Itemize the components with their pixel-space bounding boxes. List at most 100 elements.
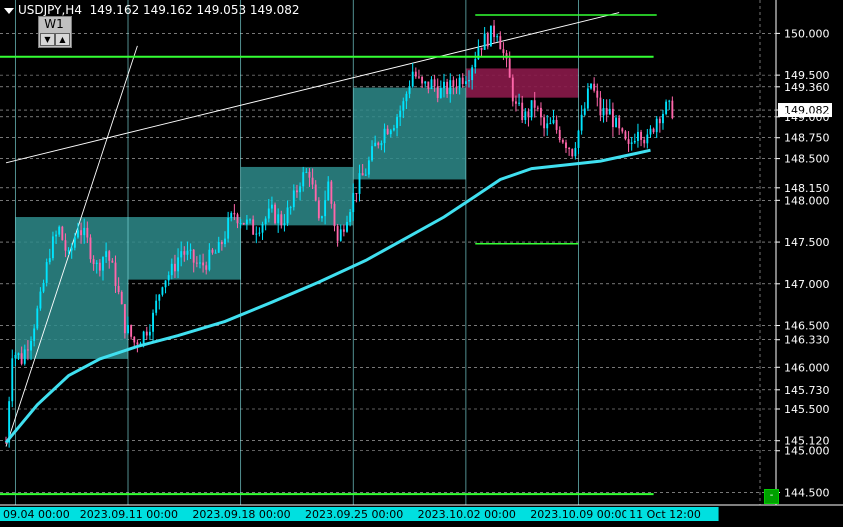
bear-candle xyxy=(593,83,596,91)
bull-candle xyxy=(586,88,589,109)
bull-candle xyxy=(449,80,452,95)
bear-candle xyxy=(311,177,314,185)
bull-candle xyxy=(574,147,577,157)
bull-candle xyxy=(424,81,427,84)
bull-candle xyxy=(383,128,386,144)
bull-candle xyxy=(158,294,161,301)
bear-candle xyxy=(433,79,436,87)
bull-candle xyxy=(224,238,226,245)
bear-candle xyxy=(627,139,630,144)
bull-candle xyxy=(468,80,470,82)
bear-candle xyxy=(280,214,283,226)
bull-candle xyxy=(546,123,549,129)
bull-candle xyxy=(524,111,527,121)
bull-candle xyxy=(33,328,36,341)
bull-candle xyxy=(396,117,398,129)
bear-candle xyxy=(86,227,89,238)
price-chart[interactable]: 150.000149.500149.360149.082149.000148.7… xyxy=(0,0,843,527)
time-label: 2023.09.11 00:00 xyxy=(80,508,178,521)
bear-candle xyxy=(421,76,424,84)
bull-candle xyxy=(458,77,461,89)
bear-candle xyxy=(136,342,139,345)
time-label: 09.04 00:00 xyxy=(3,508,70,521)
bear-candle xyxy=(252,219,255,235)
autoscroll-button[interactable]: - xyxy=(764,489,779,504)
bull-candle xyxy=(662,113,664,124)
price-tick-label: 148.000 xyxy=(784,194,830,207)
bull-candle xyxy=(549,123,552,125)
scroll-down-icon[interactable]: ▼ xyxy=(40,33,55,46)
bear-candle xyxy=(624,131,627,140)
price-tick-label: 145.500 xyxy=(784,403,830,416)
range-box xyxy=(15,217,129,359)
bull-candle xyxy=(583,108,586,115)
bear-candle xyxy=(89,237,92,260)
bull-candle xyxy=(577,130,580,148)
bear-candle xyxy=(361,173,364,176)
price-tick-label: 150.000 xyxy=(784,27,830,40)
bear-candle xyxy=(640,131,643,140)
bear-candle xyxy=(336,226,339,241)
bull-candle xyxy=(518,102,521,104)
bear-candle xyxy=(558,129,561,141)
bear-candle xyxy=(502,49,505,54)
bull-candle xyxy=(23,349,26,364)
bear-candle xyxy=(527,111,530,118)
bear-candle xyxy=(98,262,101,271)
bull-candle xyxy=(411,71,414,87)
dropdown-triangle-icon[interactable] xyxy=(4,7,14,14)
bear-candle xyxy=(436,86,439,98)
bear-candle xyxy=(493,25,495,38)
bull-candle xyxy=(267,208,270,219)
bull-candle xyxy=(155,300,158,313)
bull-candle xyxy=(214,252,217,254)
bear-candle xyxy=(274,204,276,224)
price-tick-label: 145.730 xyxy=(784,384,830,397)
bull-candle xyxy=(255,233,258,235)
bull-candle xyxy=(615,117,617,128)
bull-candle xyxy=(602,108,605,116)
bear-candle xyxy=(658,118,661,124)
price-tick-label: 146.000 xyxy=(784,361,830,374)
bear-candle xyxy=(92,259,95,264)
bull-candle xyxy=(630,142,633,144)
bear-candle xyxy=(480,47,483,50)
scroll-up-icon[interactable]: ▲ xyxy=(55,33,70,46)
bull-candle xyxy=(371,146,373,161)
bear-candle xyxy=(183,251,186,255)
bear-candle xyxy=(508,58,511,78)
bull-candle xyxy=(668,100,671,102)
bear-candle xyxy=(26,349,29,351)
bull-candle xyxy=(105,251,108,258)
bear-candle xyxy=(211,249,214,253)
bear-candle xyxy=(233,213,236,215)
bear-candle xyxy=(111,260,114,263)
bull-candle xyxy=(70,247,73,251)
bear-candle xyxy=(446,81,449,95)
bull-candle xyxy=(305,171,308,173)
price-tick-label: 146.500 xyxy=(784,320,830,333)
bull-candle xyxy=(58,226,61,235)
bear-candle xyxy=(536,107,539,109)
bear-candle xyxy=(543,117,546,129)
bear-candle xyxy=(611,108,614,128)
bull-candle xyxy=(552,119,555,124)
bear-candle xyxy=(643,139,646,144)
bear-candle xyxy=(418,76,420,78)
bull-candle xyxy=(665,101,668,114)
bear-candle xyxy=(377,142,380,146)
bear-candle xyxy=(192,249,195,263)
bull-candle xyxy=(649,128,652,135)
bull-candle xyxy=(14,354,17,359)
bull-candle xyxy=(45,262,48,283)
bull-candle xyxy=(439,88,442,98)
bull-candle xyxy=(464,81,467,85)
bull-candle xyxy=(471,67,474,81)
time-label: 11 Oct 12:00 xyxy=(629,508,701,521)
bull-candle xyxy=(321,216,323,219)
bear-candle xyxy=(533,100,536,108)
price-tick-label: 148.500 xyxy=(784,153,830,166)
bear-candle xyxy=(652,128,655,133)
bear-candle xyxy=(130,325,133,337)
bull-candle xyxy=(646,134,649,144)
